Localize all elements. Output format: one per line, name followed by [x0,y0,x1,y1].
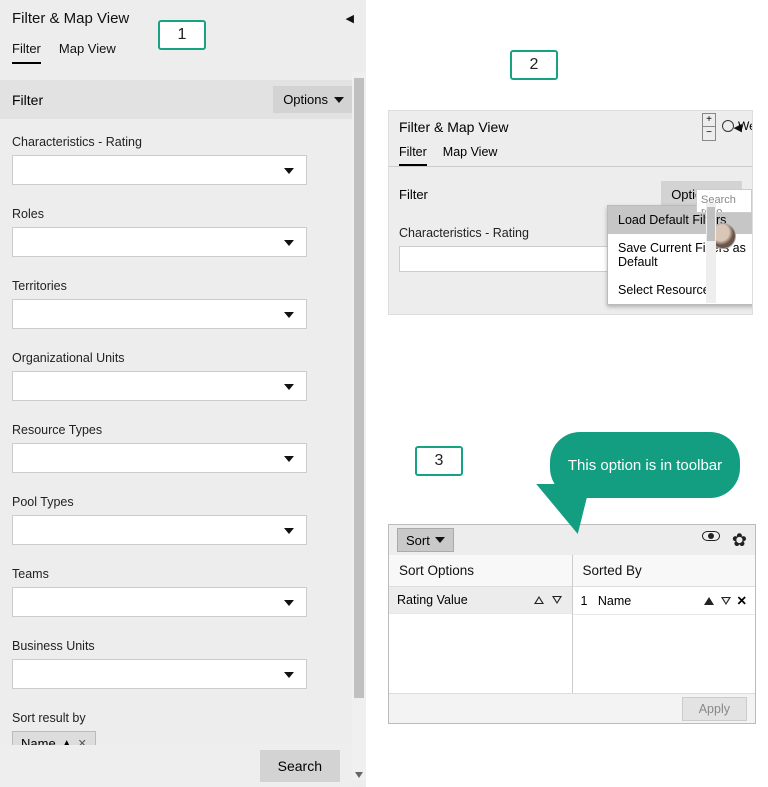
filter-panel-options-open: Filter & Map View ◀ Filter Map View Filt… [388,110,753,315]
tab-filter[interactable]: Filter [399,145,427,166]
week-indicator: We [722,119,753,133]
gear-icon[interactable]: ✿ [732,531,747,549]
zoom-in-icon[interactable]: + [703,114,715,127]
search-button[interactable]: Search [260,750,340,782]
resource-types-dropdown[interactable] [12,443,307,473]
tab-filter[interactable]: Filter [12,41,41,64]
clock-icon [722,120,734,132]
sort-asc-icon[interactable] [534,596,544,604]
filter-section-label: Filter [399,187,428,202]
sort-index: 1 [581,594,588,608]
sorted-by-row-name[interactable]: 1 Name ✕ [573,587,756,615]
panel2-scroll-thumb[interactable] [707,207,715,241]
zoom-out-icon[interactable]: − [703,127,715,139]
step-badge-3: 3 [415,446,463,476]
sort-panel: Sort ✿ Sort Options Rating Value Sorted … [388,524,756,724]
zoom-toggle[interactable]: + − [702,113,716,141]
caret-down-icon [435,537,445,543]
territories-dropdown[interactable] [12,299,307,329]
caret-down-icon [334,97,344,103]
sort-options-header: Sort Options [389,555,572,587]
step-badge-1: 1 [158,20,206,50]
characteristics-rating-dropdown[interactable] [12,155,307,185]
callout-bubble: This option is in toolbar [550,432,740,498]
panel2-title: Filter & Map View [399,119,508,135]
field-label-pool-types: Pool Types [12,495,354,509]
sorted-by-header: Sorted By [573,555,756,587]
sort-asc-icon[interactable] [704,597,714,605]
collapse-left-icon[interactable]: ◀ [346,12,354,25]
apply-button[interactable]: Apply [682,697,747,721]
field-label-resource-types: Resource Types [12,423,354,437]
menu-select-resources[interactable]: Select Resources [608,276,753,304]
sort-desc-icon[interactable] [552,596,562,604]
filter-section-label: Filter [12,92,43,108]
sort-button[interactable]: Sort [397,528,454,552]
field-label-business-units: Business Units [12,639,354,653]
eye-icon[interactable] [702,531,720,541]
step-badge-2: 2 [510,50,558,80]
options-button[interactable]: Options [273,86,354,113]
field-label-org-units: Organizational Units [12,351,354,365]
field-label-roles: Roles [12,207,354,221]
field-label-teams: Teams [12,567,354,581]
filter-panel: Filter & Map View ◀ Filter Map View Filt… [0,0,366,787]
panel2-scrollbar[interactable] [706,203,716,303]
tab-map-view[interactable]: Map View [59,41,116,64]
sort-result-label: Sort result by [12,711,354,725]
sort-option-rating-value[interactable]: Rating Value [389,587,572,614]
pool-types-dropdown[interactable] [12,515,307,545]
teams-dropdown[interactable] [12,587,307,617]
field-label-characteristics-rating: Characteristics - Rating [12,135,354,149]
characteristics-rating-dropdown[interactable] [399,246,609,272]
business-units-dropdown[interactable] [12,659,307,689]
tab-map-view[interactable]: Map View [443,145,498,166]
panel-title: Filter & Map View [12,10,129,27]
roles-dropdown[interactable] [12,227,307,257]
org-units-dropdown[interactable] [12,371,307,401]
scroll-down-icon[interactable] [355,772,363,778]
field-label-territories: Territories [12,279,354,293]
remove-sort-icon[interactable]: ✕ [737,594,747,608]
sort-desc-icon[interactable] [721,597,731,605]
search-resources-input[interactable]: Search reso [696,189,752,213]
options-dropdown-menu: Load Default Filters Save Current Filter… [607,205,753,305]
